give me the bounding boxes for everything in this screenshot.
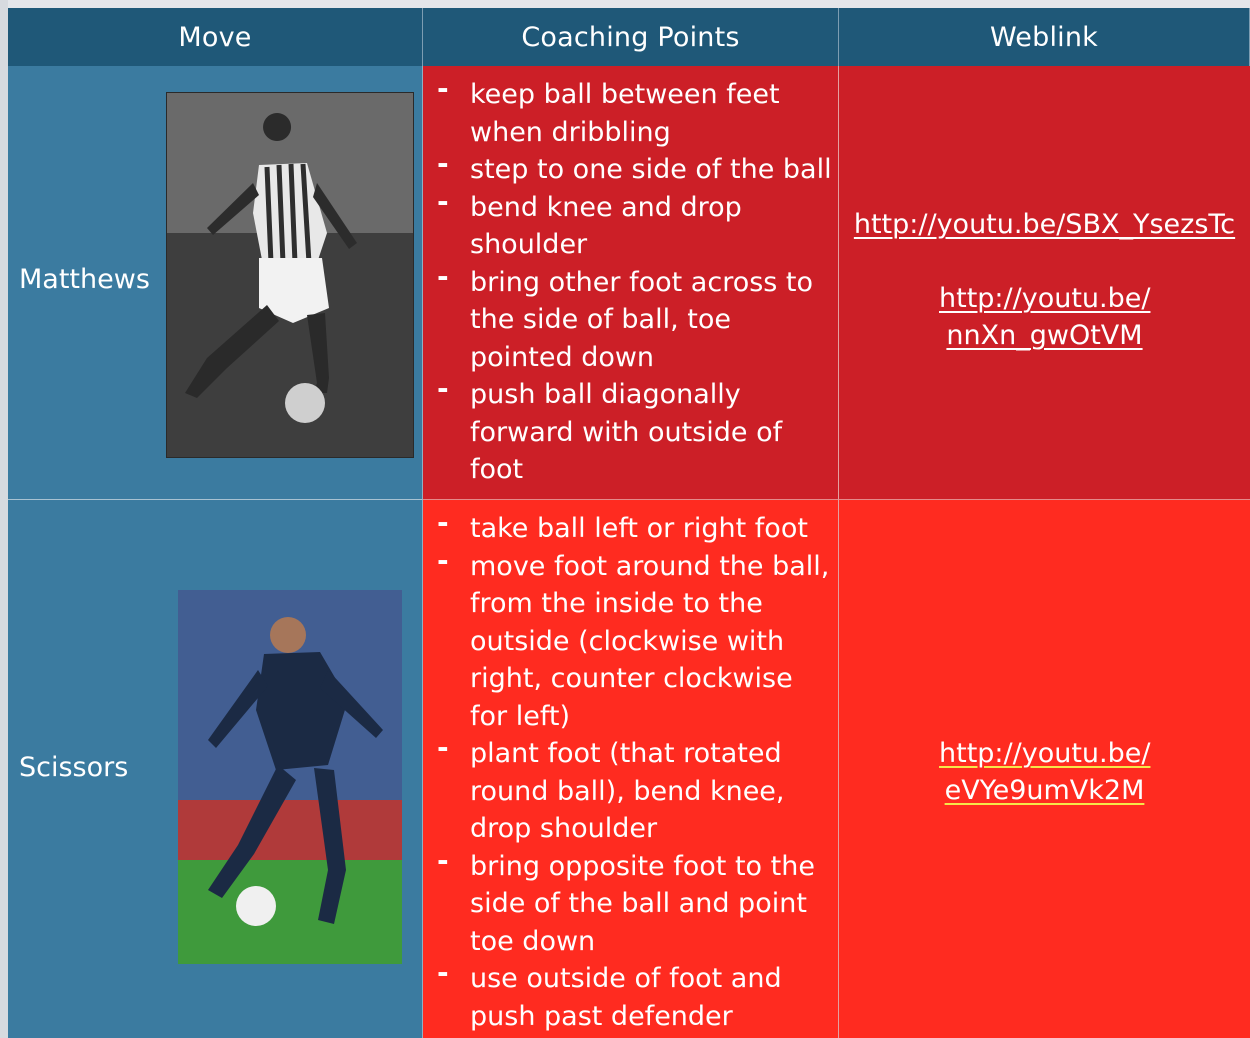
list-item: bring other foot across to the side of b… (423, 258, 834, 377)
points-list: take ball left or right foot move foot a… (423, 504, 834, 1035)
points-list: keep ball between feet when dribbling st… (423, 70, 834, 489)
list-item: push ball diagonally forward with outsid… (423, 370, 834, 489)
header-coaching-points: Coaching Points (423, 8, 839, 66)
coaching-points-scissors: take ball left or right foot move foot a… (423, 500, 839, 1038)
scissors-photo (178, 590, 402, 964)
weblink-2[interactable]: http://youtu.be/ nnXn_gwOtVM (839, 280, 1250, 354)
move-name: Scissors (19, 752, 129, 783)
list-item: bend knee and drop shoulder (423, 183, 834, 264)
weblink-2-text[interactable]: http://youtu.be/ nnXn_gwOtVM (939, 283, 1150, 351)
move-name: Matthews (19, 264, 150, 295)
moves-table: Move Coaching Points Weblink Matthews - … (8, 8, 1250, 1038)
matthews-photo (166, 92, 414, 458)
list-item: step to one side of the ball (423, 145, 834, 189)
weblink-1[interactable]: http://youtu.be/SBX_YsezsTc (839, 206, 1250, 243)
player-silhouette-icon (178, 590, 402, 964)
weblink-cell-matthews: http://youtu.be/SBX_YsezsTc http://youtu… (839, 66, 1250, 500)
coaching-points-matthews: keep ball between feet when dribbling st… (423, 66, 839, 500)
list-item: move foot around the ball, from the insi… (423, 542, 834, 736)
list-item: use outside of foot and push past defend… (423, 954, 834, 1035)
list-item: take ball left or right foot (423, 504, 834, 548)
player-silhouette-icon (167, 93, 413, 457)
background-edge (0, 0, 8, 1038)
list-item: plant foot (that rotated round ball), be… (423, 729, 834, 848)
weblink-3[interactable]: http://youtu.be/ eVYe9umVk2M (839, 735, 1250, 809)
weblink-1-text[interactable]: http://youtu.be/SBX_YsezsTc (854, 209, 1235, 240)
header-weblink: Weblink (839, 8, 1250, 66)
coaching-slide: Move Coaching Points Weblink Matthews - … (0, 0, 1250, 1038)
list-item: keep ball between feet when dribbling (423, 70, 834, 151)
move-cell-matthews: Matthews (8, 66, 423, 500)
header-move: Move (8, 8, 423, 66)
weblink-cell-scissors: http://youtu.be/ eVYe9umVk2M (839, 500, 1250, 1038)
weblink-3-text[interactable]: http://youtu.be/ eVYe9umVk2M (939, 738, 1150, 806)
move-cell-scissors: Scissors (8, 500, 423, 1038)
list-item: bring opposite foot to the side of the b… (423, 842, 834, 961)
